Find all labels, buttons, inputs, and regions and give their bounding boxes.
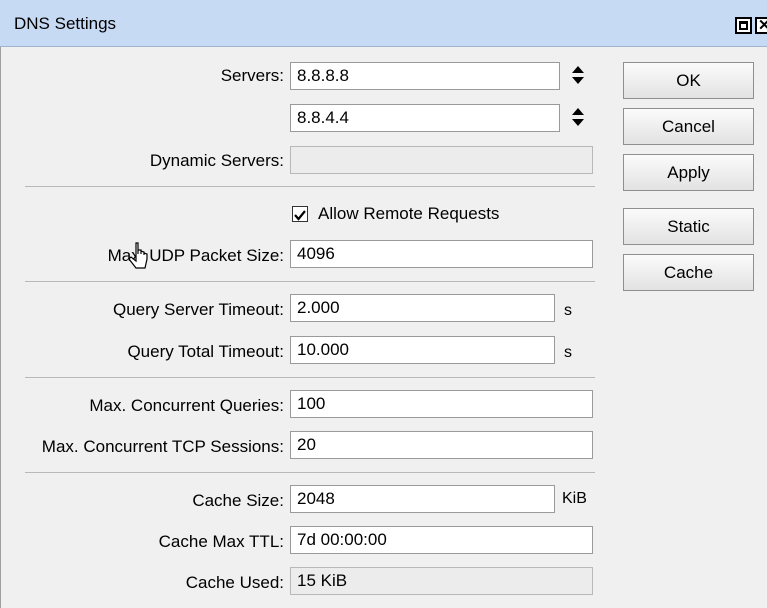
query-server-timeout-input[interactable]: 2.000 xyxy=(290,294,555,322)
max-concurrent-tcp-sessions-label: Max. Concurrent TCP Sessions: xyxy=(41,437,284,456)
separator xyxy=(25,472,595,473)
dynamic-servers-label: Dynamic Servers: xyxy=(149,151,284,170)
max-udp-packet-size-label: Max. UDP Packet Size: xyxy=(107,246,284,265)
cache-max-ttl-label: Cache Max TTL: xyxy=(158,532,284,551)
max-concurrent-tcp-sessions-input[interactable]: 20 xyxy=(290,431,593,459)
cache-size-label: Cache Size: xyxy=(192,491,284,510)
cache-size-unit: KiB xyxy=(562,490,587,507)
mouse-pointer-icon xyxy=(128,242,148,269)
separator xyxy=(25,186,595,187)
window-titlebar[interactable]: DNS Settings ✕ xyxy=(0,0,767,47)
cache-used-label: Cache Used: xyxy=(185,573,284,592)
up-down-arrow-icon[interactable] xyxy=(572,108,584,126)
allow-remote-requests-label[interactable]: Allow Remote Requests xyxy=(318,204,499,224)
close-button[interactable]: ✕ xyxy=(755,17,767,34)
max-udp-packet-size-input[interactable]: 4096 xyxy=(290,240,593,268)
maximize-button[interactable] xyxy=(735,17,752,34)
cache-button[interactable]: Cache xyxy=(623,254,754,291)
query-total-timeout-unit: s xyxy=(564,344,572,361)
window-title: DNS Settings xyxy=(14,14,117,33)
servers-label: Servers: xyxy=(220,66,284,85)
cache-size-input[interactable]: 2048 xyxy=(290,485,555,513)
allow-remote-requests-checkbox[interactable] xyxy=(292,206,308,222)
max-concurrent-queries-label: Max. Concurrent Queries: xyxy=(89,396,284,415)
separator xyxy=(25,377,595,378)
cancel-button[interactable]: Cancel xyxy=(623,108,754,145)
ok-button[interactable]: OK xyxy=(623,62,754,99)
up-down-arrow-icon[interactable] xyxy=(572,66,584,84)
server-2-input[interactable]: 8.8.4.4 xyxy=(290,104,560,132)
static-button[interactable]: Static xyxy=(623,208,754,245)
cache-max-ttl-input[interactable]: 7d 00:00:00 xyxy=(290,526,593,554)
query-server-timeout-label: Query Server Timeout: xyxy=(112,300,284,319)
query-total-timeout-label: Query Total Timeout: xyxy=(127,342,284,361)
query-total-timeout-input[interactable]: 10.000 xyxy=(290,336,555,364)
cache-used-field: 15 KiB xyxy=(290,567,593,595)
query-server-timeout-unit: s xyxy=(564,302,572,319)
dynamic-servers-field xyxy=(290,146,593,174)
separator xyxy=(25,281,595,282)
apply-button[interactable]: Apply xyxy=(623,154,754,191)
max-concurrent-queries-input[interactable]: 100 xyxy=(290,390,593,418)
checkmark-icon xyxy=(294,210,306,221)
server-1-input[interactable]: 8.8.8.8 xyxy=(290,62,560,90)
